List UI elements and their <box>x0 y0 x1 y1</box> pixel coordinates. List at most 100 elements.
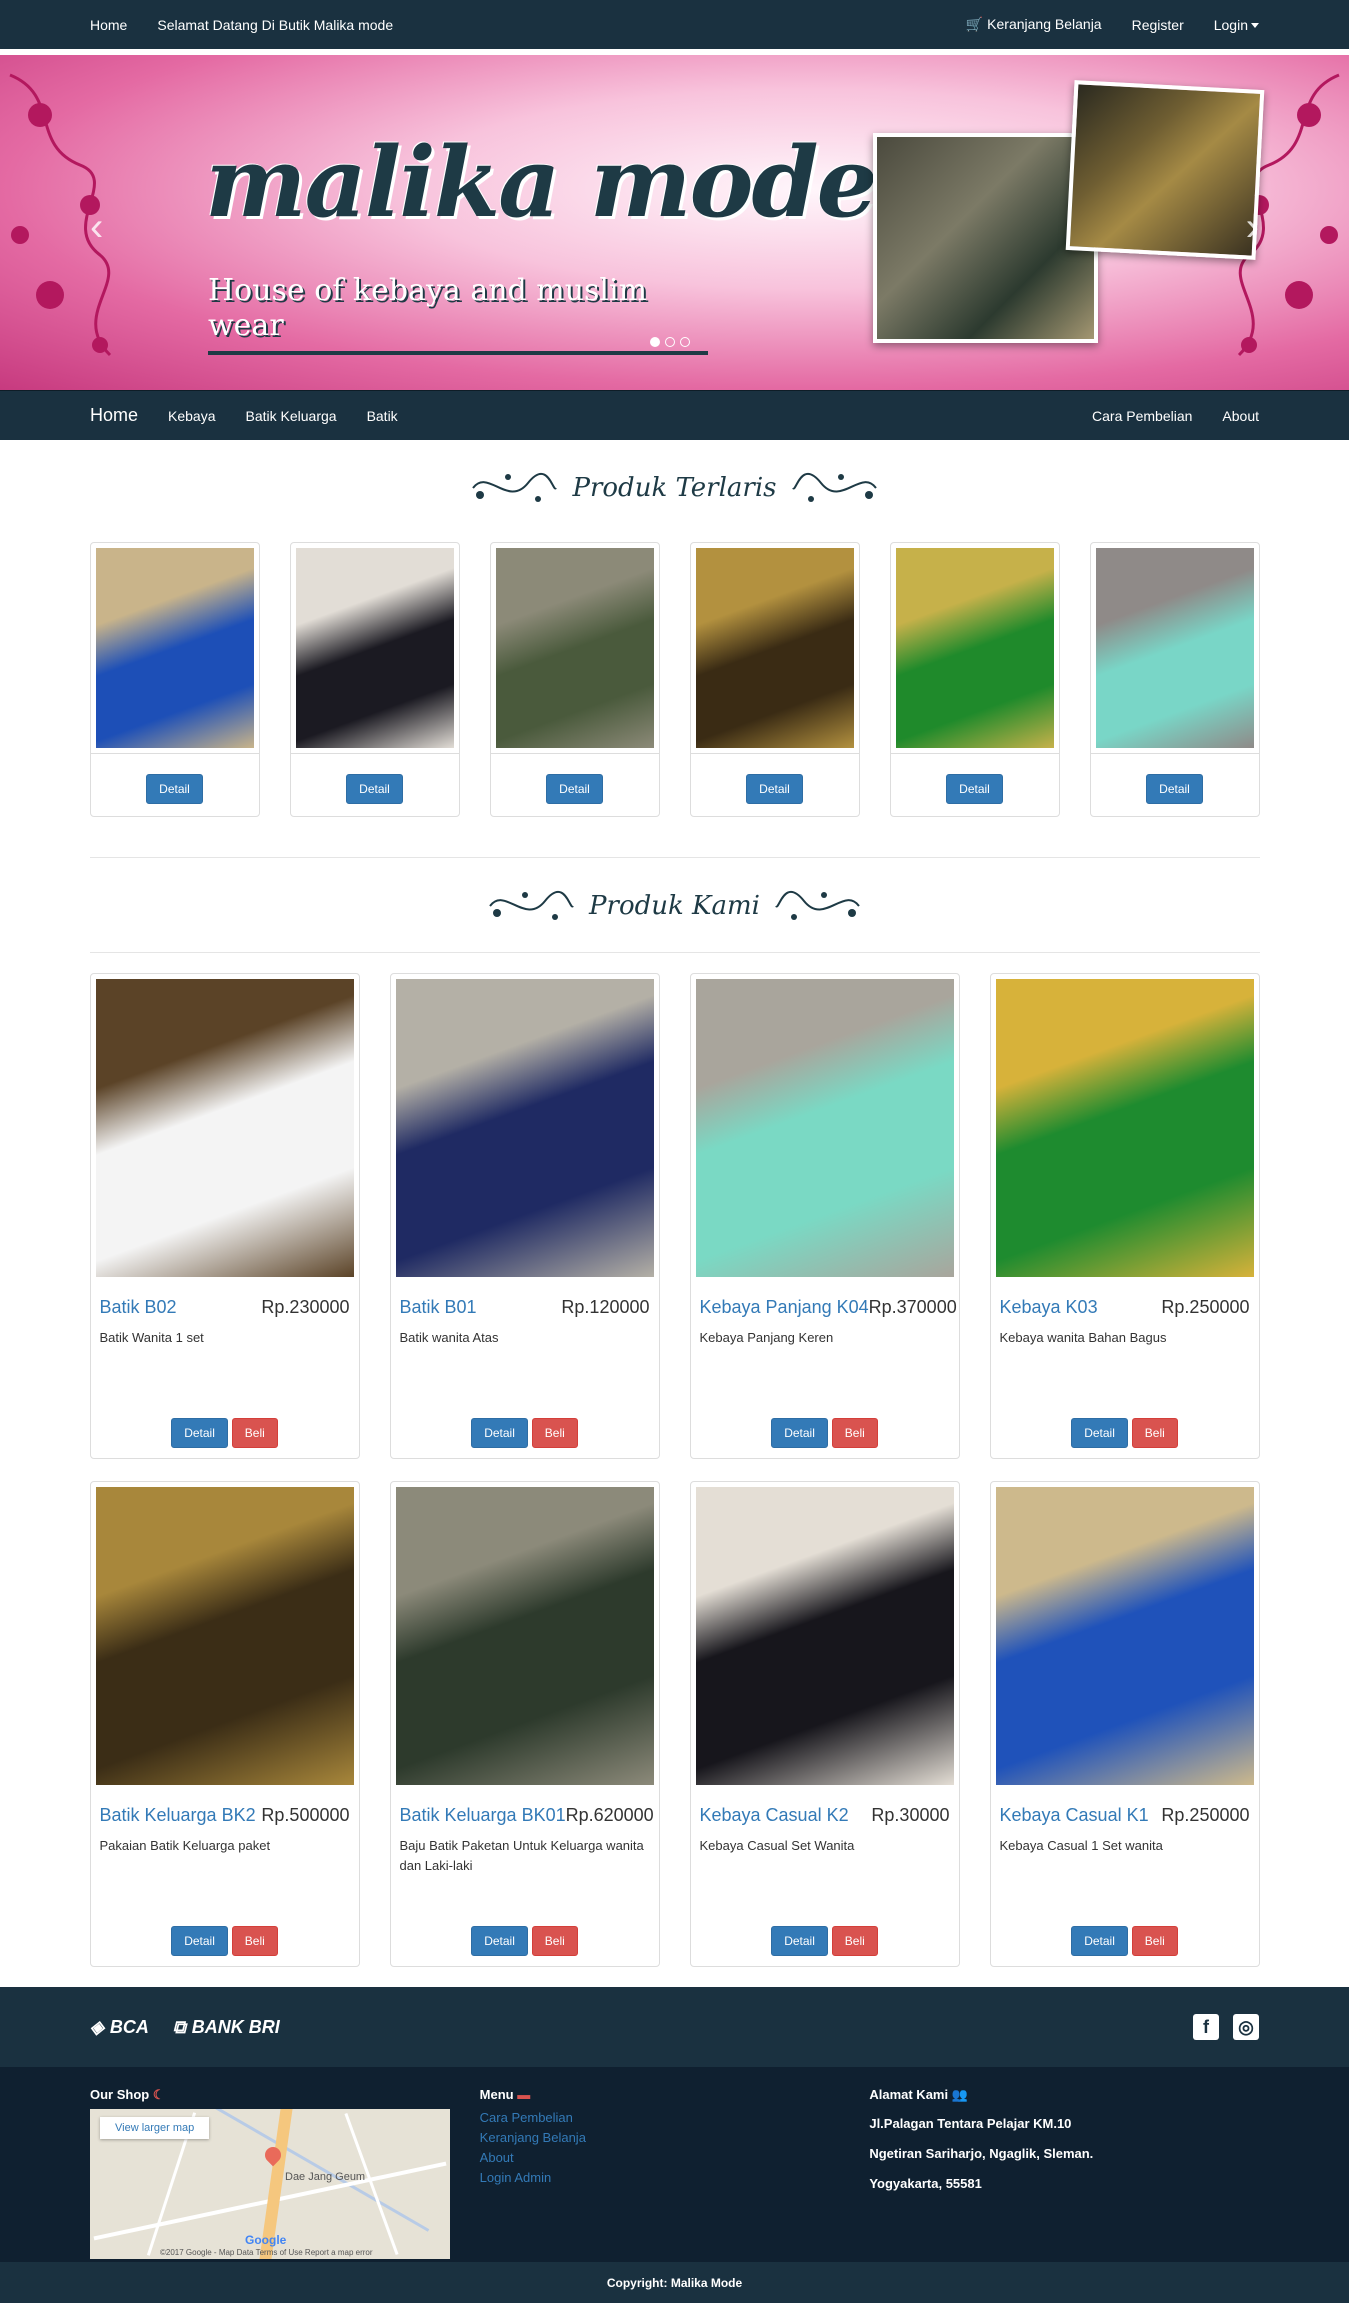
product-image[interactable] <box>895 548 1054 748</box>
facebook-icon[interactable]: f <box>1193 2014 1219 2040</box>
product-title-row: Kebaya Casual K2 Rp.30000 <box>700 1805 950 1826</box>
carousel-next-arrow-icon[interactable]: › <box>1246 205 1259 250</box>
product-image[interactable] <box>1095 548 1254 748</box>
buy-button[interactable]: Beli <box>831 1925 878 1956</box>
buy-button[interactable]: Beli <box>231 1417 278 1448</box>
carousel-prev-arrow-icon[interactable]: ‹ <box>90 205 103 250</box>
footer-menu-link[interactable]: Keranjang Belanja <box>480 2128 870 2148</box>
detail-button[interactable]: Detail <box>171 1925 228 1956</box>
product-grid: Batik B02 Rp.230000 Batik Wanita 1 set Deta… <box>89 973 1260 1967</box>
menu-title: Menu <box>479 2087 514 2102</box>
product-image[interactable] <box>395 1487 654 1785</box>
card-actions: Detail <box>296 774 454 805</box>
best-seller-card: Detail <box>889 542 1060 817</box>
detail-button[interactable]: Detail <box>1071 1417 1128 1448</box>
detail-button[interactable]: Detail <box>346 774 403 805</box>
card-actions: Detail <box>496 774 654 805</box>
product-image[interactable] <box>95 548 254 748</box>
product-image[interactable] <box>695 1487 954 1785</box>
card-actions: Detail <box>1096 774 1254 805</box>
product-caption: Kebaya Panjang K04 Rp.370000 Kebaya Panjan… <box>696 1277 957 1348</box>
carousel-dot[interactable] <box>680 337 690 347</box>
site-footer: Our Shop ☾ Dae Jang Geum View larger map… <box>0 2067 1349 2262</box>
product-caption: Batik Keluarga BK01 Rp.620000 Baju Batik P… <box>396 1785 654 1875</box>
buy-button[interactable]: Beli <box>1131 1925 1178 1956</box>
detail-button[interactable]: Detail <box>1071 1925 1128 1956</box>
address-line: Yogyakarta, 55581 <box>869 2176 982 2191</box>
detail-button[interactable]: Detail <box>771 1417 828 1448</box>
instagram-icon[interactable]: ◎ <box>1233 2014 1259 2040</box>
footer-menu-link[interactable]: Cara Pembelian <box>480 2108 870 2128</box>
product-name-link[interactable]: Batik B01 <box>400 1297 477 1318</box>
caret-down-icon <box>1251 23 1259 29</box>
users-icon: 👥 <box>951 2087 968 2102</box>
footer-menu: Menu ▬ Cara Pembelian Keranjang Belanja Ab… <box>480 2087 870 2262</box>
product-image[interactable] <box>95 979 354 1277</box>
product-name-link[interactable]: Batik B02 <box>100 1297 177 1318</box>
product-card: Batik Keluarga BK01 Rp.620000 Baju Batik P… <box>389 1481 660 1967</box>
product-name-link[interactable]: Batik Keluarga BK2 <box>100 1805 256 1826</box>
product-name-link[interactable]: Batik Keluarga BK01 <box>400 1805 566 1826</box>
card-divider <box>690 753 859 754</box>
detail-button[interactable]: Detail <box>1146 774 1203 805</box>
product-name-link[interactable]: Kebaya K03 <box>1000 1297 1098 1318</box>
detail-button[interactable]: Detail <box>946 774 1003 805</box>
buy-button[interactable]: Beli <box>531 1417 578 1448</box>
register-link[interactable]: Register <box>1132 17 1184 33</box>
buy-button[interactable]: Beli <box>231 1925 278 1956</box>
login-dropdown[interactable]: Login <box>1214 17 1259 33</box>
footer-menu-link[interactable]: Login Admin <box>480 2168 870 2188</box>
hero-carousel: malika mode House of kebaya and muslim w… <box>0 55 1349 390</box>
product-name-link[interactable]: Kebaya Casual K2 <box>700 1805 849 1826</box>
view-larger-map-link[interactable]: View larger map <box>100 2117 210 2139</box>
product-price: Rp.120000 <box>561 1297 650 1317</box>
product-image[interactable] <box>95 1487 354 1785</box>
product-image[interactable] <box>995 979 1254 1277</box>
detail-button[interactable]: Detail <box>771 1925 828 1956</box>
welcome-link[interactable]: Selamat Datang Di Butik Malika mode <box>157 17 393 33</box>
detail-button[interactable]: Detail <box>471 1417 528 1448</box>
nav-right-item-1[interactable]: About <box>1222 408 1259 424</box>
product-card: Batik B02 Rp.230000 Batik Wanita 1 set Deta… <box>89 973 360 1459</box>
ornament-right-icon <box>774 891 860 920</box>
buy-button[interactable]: Beli <box>831 1417 878 1448</box>
product-name-link[interactable]: Kebaya Casual K1 <box>1000 1805 1149 1826</box>
product-title-row: Kebaya Panjang K04 Rp.370000 <box>700 1297 957 1318</box>
product-image[interactable] <box>495 548 654 748</box>
best-seller-card: Detail <box>1089 542 1260 817</box>
top-navbar: Home Selamat Datang Di Butik Malika mode… <box>0 0 1349 49</box>
footer-menu-link[interactable]: About <box>480 2148 870 2168</box>
best-seller-card: Detail <box>289 542 460 817</box>
nav-brand-home[interactable]: Home <box>90 405 138 426</box>
detail-button[interactable]: Detail <box>146 774 203 805</box>
nav-item-0[interactable]: Kebaya <box>168 408 215 424</box>
detail-button[interactable]: Detail <box>546 774 603 805</box>
nav-item-1[interactable]: Batik Keluarga <box>246 408 337 424</box>
shop-map[interactable]: Dae Jang Geum View larger map Google ©20… <box>90 2109 450 2259</box>
product-image[interactable] <box>695 979 954 1277</box>
product-image[interactable] <box>995 1487 1254 1785</box>
map-attribution: ©2017 Google - Map Data Terms of Use Rep… <box>160 2248 373 2257</box>
bank-bca-label: BCA <box>109 2016 149 2037</box>
nav-home-link[interactable]: Home <box>90 17 127 33</box>
detail-button[interactable]: Detail <box>471 1925 528 1956</box>
buy-button[interactable]: Beli <box>531 1925 578 1956</box>
product-title-row: Batik B02 Rp.230000 <box>100 1297 350 1318</box>
best-seller-card: Detail <box>489 542 660 817</box>
nav-right-item-0[interactable]: Cara Pembelian <box>1092 408 1192 424</box>
product-image[interactable] <box>295 548 454 748</box>
product-actions: Detail Beli <box>991 1417 1259 1448</box>
nav-item-2[interactable]: Batik <box>367 408 398 424</box>
product-image[interactable] <box>395 979 654 1277</box>
carousel-dot[interactable] <box>665 337 675 347</box>
product-image[interactable] <box>695 548 854 748</box>
product-description: Batik wanita Atas <box>399 1330 499 1345</box>
carousel-dot[interactable] <box>650 337 660 347</box>
product-title-row: Batik B01 Rp.120000 <box>400 1297 650 1318</box>
cart-link[interactable]: 🛒 Keranjang Belanja <box>966 16 1102 33</box>
product-name-link[interactable]: Kebaya Panjang K04 <box>700 1297 869 1318</box>
detail-button[interactable]: Detail <box>171 1417 228 1448</box>
buy-button[interactable]: Beli <box>1131 1417 1178 1448</box>
product-description: Kebaya wanita Bahan Bagus <box>999 1330 1167 1345</box>
detail-button[interactable]: Detail <box>746 774 803 805</box>
